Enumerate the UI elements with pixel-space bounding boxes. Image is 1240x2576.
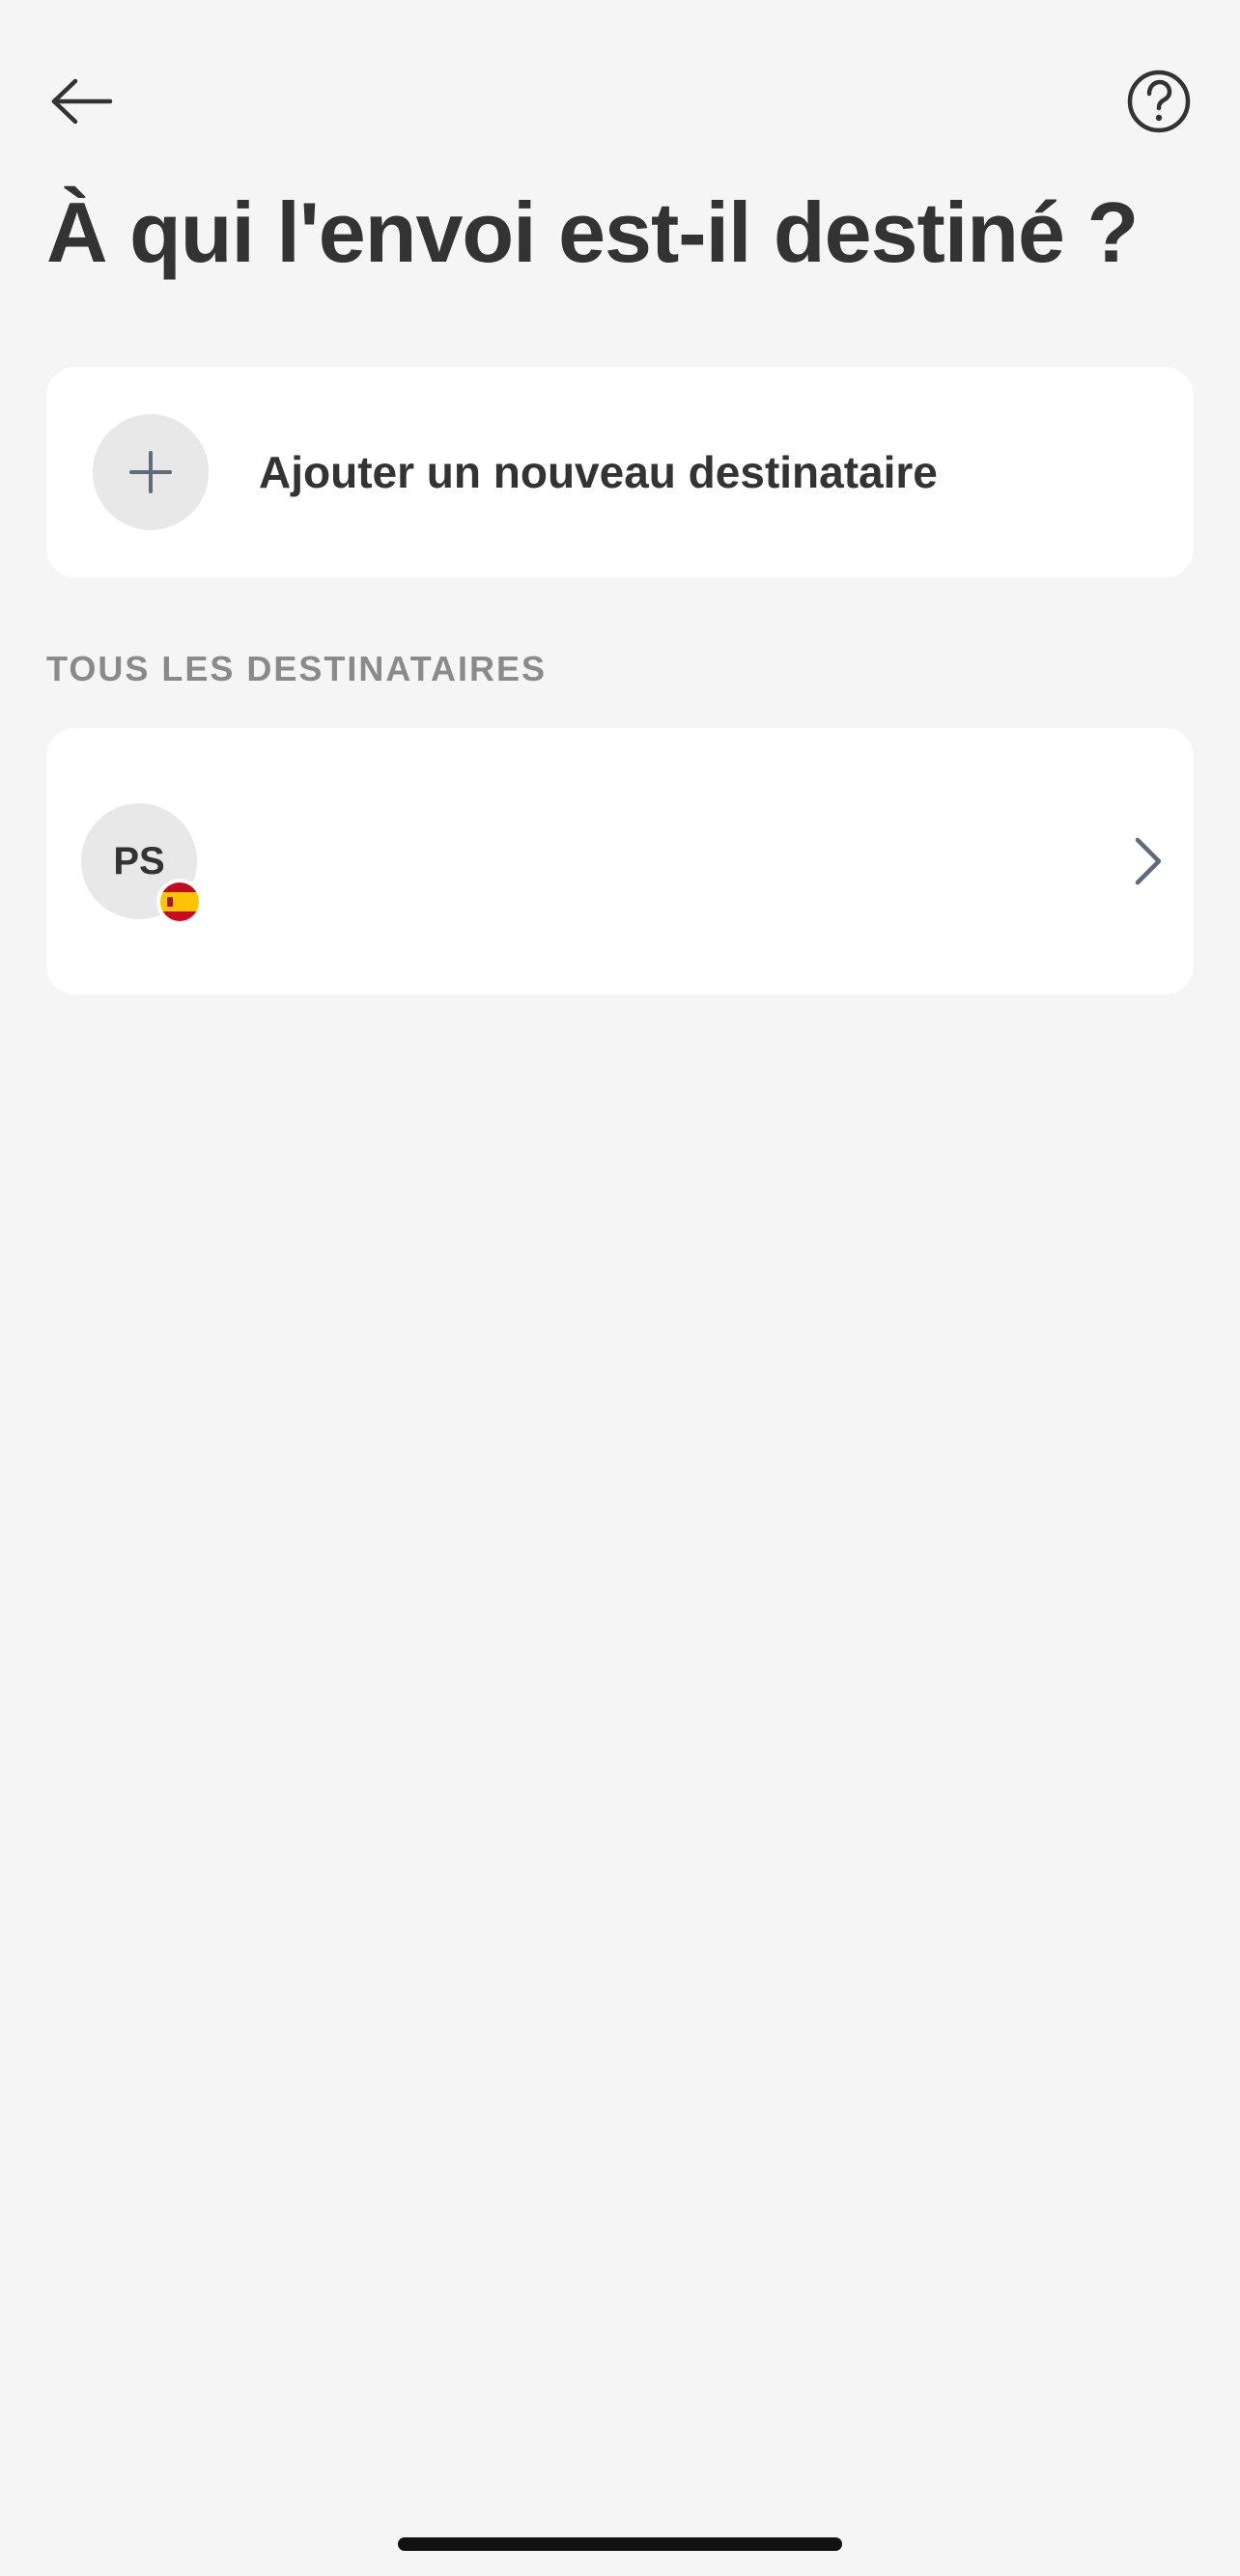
help-button[interactable]: [1115, 58, 1202, 145]
recipient-row[interactable]: PS: [46, 728, 1194, 994]
plus-icon: [129, 451, 172, 493]
chevron-right-icon: [1118, 832, 1176, 890]
home-indicator[interactable]: [398, 2537, 842, 2551]
page-title: À qui l'envoi est-il destiné ?: [46, 184, 1139, 280]
screen: À qui l'envoi est-il destiné ? Ajouter u…: [0, 0, 1240, 2576]
add-recipient-icon-circle: [93, 414, 209, 530]
section-header-all-recipients: TOUS LES DESTINATAIRES: [46, 649, 548, 688]
top-bar: [0, 0, 1240, 193]
arrow-left-icon: [51, 78, 113, 125]
add-recipient-button[interactable]: Ajouter un nouveau destinataire: [46, 367, 1194, 577]
avatar-initials: PS: [113, 839, 165, 882]
add-recipient-label: Ajouter un nouveau destinataire: [259, 447, 938, 497]
back-button[interactable]: [39, 58, 126, 145]
spain-flag-icon: [156, 879, 203, 925]
question-circle-icon: [1127, 70, 1191, 133]
